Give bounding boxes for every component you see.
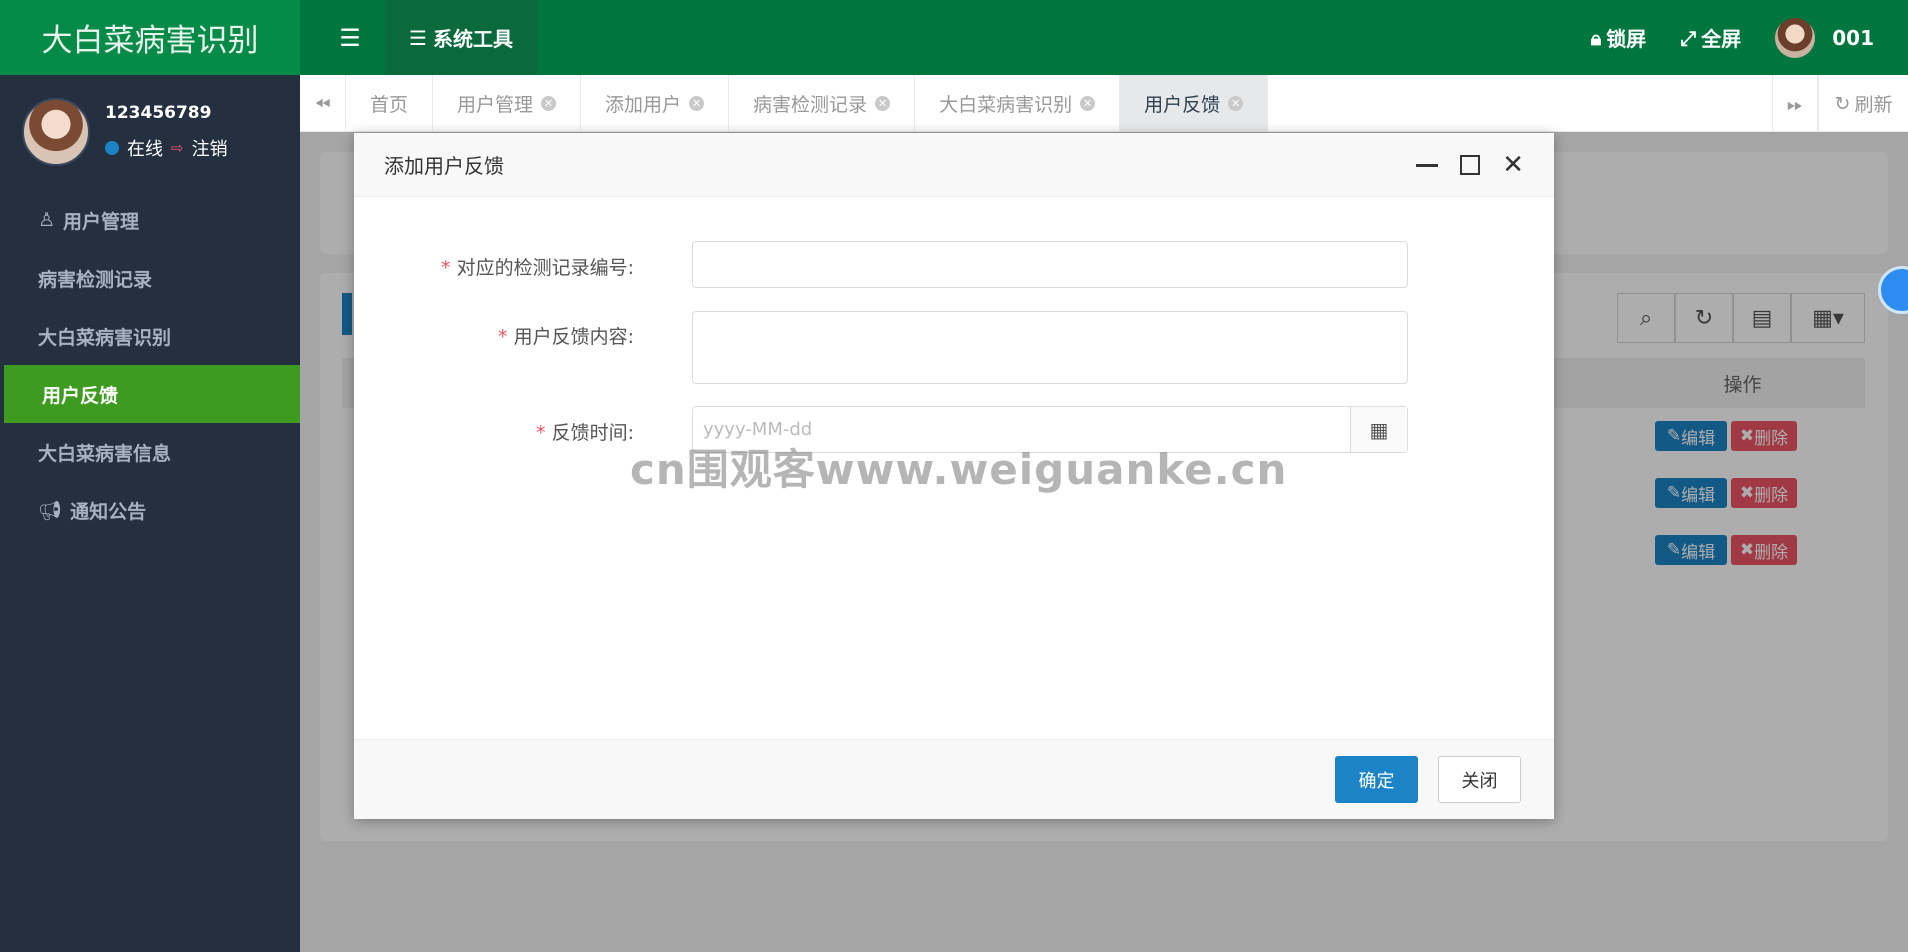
tabs-scroll-right-icon[interactable]: ⏩︎ — [1772, 75, 1818, 132]
sidebar-item-label: 大白菜病害识别 — [38, 326, 172, 349]
tab-user-management[interactable]: 用户管理 ✕ — [433, 75, 582, 132]
record-id-input[interactable] — [692, 241, 1408, 288]
bullhorn-icon: 📢︎ — [38, 499, 63, 522]
logout-link[interactable]: 注销 — [192, 135, 228, 161]
lock-icon: 🔒︎ — [1590, 25, 1602, 50]
top-header: 大白菜病害识别 ☰ ☰ 系统工具 🔒︎ 锁屏 ⤢ 全屏 001 — [0, 0, 1908, 75]
sidebar-item-label: 用户反馈 — [42, 384, 119, 407]
menu-toggle-icon[interactable]: ☰ — [325, 0, 375, 75]
system-tools-label: 系统工具 — [432, 27, 513, 51]
app-brand: 大白菜病害识别 — [0, 0, 300, 75]
lock-screen-button[interactable]: 🔒︎ 锁屏 — [1591, 23, 1647, 52]
sidebar-item-label: 用户管理 — [63, 210, 140, 233]
avatar — [1775, 17, 1816, 58]
tabs-bar: ⏪︎ 首页 用户管理 ✕ 添加用户 ✕ 病害检测记录 ✕ 大白菜病害识别 ✕ 用户反馈 ✕… — [300, 75, 1908, 132]
user-icon: ♙ — [38, 209, 56, 231]
record-id-label: * 对应的检测记录编号: — [441, 257, 634, 279]
dialog-footer: 确定 关闭 — [354, 739, 1554, 819]
tab-label: 首页 — [370, 94, 409, 116]
user-menu-label: 001 — [1832, 25, 1874, 50]
tab-label: 用户管理 — [457, 94, 534, 116]
tab-detection-records[interactable]: 病害检测记录 ✕ — [729, 75, 916, 132]
logout-icon[interactable]: ⇨ — [171, 139, 184, 157]
tab-label: 添加用户 — [605, 94, 682, 116]
sidebar-item-label: 大白菜病害信息 — [38, 442, 172, 465]
list-icon: ☰ — [409, 25, 427, 50]
sidebar-item-user-management[interactable]: ♙ 用户管理 — [0, 191, 300, 249]
fullscreen-button[interactable]: ⤢ 全屏 — [1680, 23, 1741, 52]
sidebar-item-user-feedback[interactable]: 用户反馈 — [4, 365, 300, 423]
tab-close-icon[interactable]: ✕ — [1228, 96, 1244, 111]
close-button[interactable]: 关闭 — [1438, 756, 1521, 803]
sidebar-item-label: 病害检测记录 — [38, 268, 153, 291]
sidebar-item-disease-info[interactable]: 大白菜病害信息 — [0, 423, 300, 481]
online-status-icon — [105, 141, 119, 155]
tab-disease-recognition[interactable]: 大白菜病害识别 ✕ — [915, 75, 1121, 132]
sidebar: 123456789 在线 ⇨ 注销 ♙ 用户管理 病害检测记录 大白菜病害识别 … — [0, 75, 300, 952]
refresh-icon: ↻ — [1834, 92, 1851, 115]
tab-label: 大白菜病害识别 — [939, 94, 1073, 116]
close-icon[interactable]: ✕ — [1502, 152, 1524, 178]
sidebar-item-notices[interactable]: 📢︎ 通知公告 — [0, 481, 300, 539]
feedback-content-label: * 用户反馈内容: — [498, 326, 634, 348]
fullscreen-label: 全屏 — [1701, 27, 1742, 51]
feedback-content-textarea[interactable] — [692, 311, 1408, 384]
tab-close-icon[interactable]: ✕ — [1080, 96, 1096, 111]
system-tools-menu[interactable]: ☰ 系统工具 — [385, 0, 537, 75]
tab-close-icon[interactable]: ✕ — [875, 96, 891, 111]
tab-close-icon[interactable]: ✕ — [689, 96, 705, 111]
tab-add-user[interactable]: 添加用户 ✕ — [581, 75, 730, 132]
sidebar-item-detection-records[interactable]: 病害检测记录 — [0, 249, 300, 307]
refresh-label: 刷新 — [1854, 94, 1893, 116]
tab-user-feedback[interactable]: 用户反馈 ✕ — [1120, 75, 1269, 132]
tab-close-icon[interactable]: ✕ — [541, 96, 557, 111]
sidebar-nav: ♙ 用户管理 病害检测记录 大白菜病害识别 用户反馈 大白菜病害信息 📢︎ 通知… — [0, 191, 300, 539]
dialog-title: 添加用户反馈 — [384, 154, 504, 178]
user-name: 123456789 — [105, 103, 212, 123]
tab-label: 用户反馈 — [1144, 94, 1221, 116]
sidebar-item-label: 通知公告 — [70, 500, 147, 523]
feedback-time-label: * 反馈时间: — [536, 422, 634, 444]
refresh-button[interactable]: ↻ 刷新 — [1818, 75, 1908, 132]
tab-home[interactable]: 首页 — [346, 75, 434, 132]
minimize-icon[interactable] — [1416, 163, 1439, 167]
lock-screen-label: 锁屏 — [1606, 27, 1647, 51]
user-menu[interactable]: 001 — [1775, 17, 1874, 58]
watermark: cn围观客www.weiguanke.cn — [630, 445, 1288, 494]
sidebar-item-disease-recognition[interactable]: 大白菜病害识别 — [0, 307, 300, 365]
user-panel: 123456789 在线 ⇨ 注销 — [22, 98, 292, 168]
tabs-scroll-left-icon[interactable]: ⏪︎ — [300, 75, 346, 132]
avatar — [22, 98, 90, 166]
tab-label: 病害检测记录 — [753, 94, 868, 116]
calendar-icon[interactable]: ▦ — [1350, 407, 1407, 452]
expand-icon: ⤢ — [1680, 25, 1697, 50]
online-status: 在线 — [127, 139, 163, 160]
confirm-button[interactable]: 确定 — [1335, 756, 1418, 803]
maximize-icon[interactable] — [1460, 155, 1481, 175]
